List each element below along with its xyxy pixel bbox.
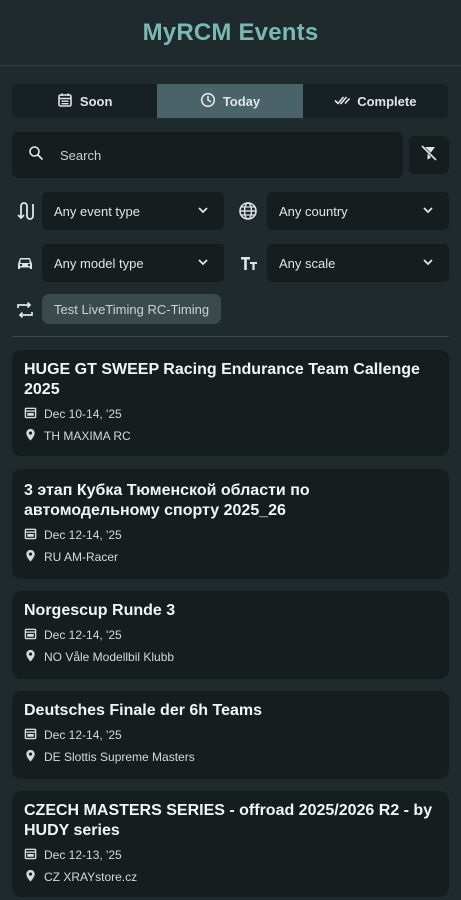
model-type-value: Any model type	[54, 255, 144, 271]
globe-icon	[237, 200, 259, 222]
calendar-icon	[24, 406, 37, 422]
scale-value: Any scale	[279, 255, 336, 271]
event-type-value: Any event type	[54, 203, 140, 219]
event-date: Dec 10-14, '25	[44, 407, 122, 421]
calendar-icon	[57, 92, 73, 111]
double-check-icon	[334, 92, 351, 111]
event-type-select[interactable]: Any event type	[42, 192, 224, 230]
event-location: RU AM-Racer	[44, 550, 119, 564]
event-location: CZ XRAYstore.cz	[44, 870, 138, 884]
timing-filter-chip[interactable]: Test LiveTiming RC-Timing	[42, 294, 222, 324]
tab-today-label: Today	[222, 93, 261, 109]
event-card[interactable]: HUGE GT SWEEP Racing Endurance Team Call…	[12, 350, 449, 456]
event-tabs: Soon Today Complete	[12, 84, 448, 118]
calendar-icon	[24, 527, 37, 543]
event-type-icon	[14, 200, 36, 222]
event-date: Dec 12-14, '25	[44, 628, 122, 642]
event-location: DE Slottis Supreme Masters	[44, 750, 195, 764]
event-location-row: DE Slottis Supreme Masters	[24, 749, 437, 765]
location-pin-icon	[24, 869, 37, 885]
search-bar	[12, 132, 403, 178]
event-date-row: Dec 10-14, '25	[24, 406, 437, 422]
clock-icon	[200, 92, 216, 111]
event-location: NO Våle Modellbil Klubb	[44, 650, 175, 664]
event-location-row: TH MAXIMA RC	[24, 428, 437, 444]
location-pin-icon	[24, 549, 37, 565]
country-value: Any country	[279, 203, 348, 219]
event-location: TH MAXIMA RC	[44, 429, 131, 443]
event-date-row: Dec 12-13, '25	[24, 847, 437, 863]
event-date-row: Dec 12-14, '25	[24, 627, 437, 643]
calendar-icon	[24, 627, 37, 643]
model-type-select[interactable]: Any model type	[42, 244, 224, 282]
scale-select[interactable]: Any scale	[267, 244, 449, 282]
event-date-row: Dec 12-14, '25	[24, 527, 437, 543]
divider	[12, 336, 449, 337]
event-location-row: CZ XRAYstore.cz	[24, 869, 437, 885]
event-card[interactable]: Deutsches Finale der 6h Teams Dec 12-14,…	[12, 691, 449, 779]
tab-complete-label: Complete	[357, 93, 417, 109]
event-title: 3 этап Кубка Тюменской области по автомо…	[24, 482, 310, 519]
chevron-down-icon	[196, 203, 210, 220]
country-select[interactable]: Any country	[267, 192, 449, 230]
event-location-row: RU AM-Racer	[24, 549, 437, 565]
event-date: Dec 12-14, '25	[44, 728, 122, 742]
clear-filters-button[interactable]	[409, 136, 449, 174]
tab-soon[interactable]: Soon	[12, 84, 157, 118]
filter-off-icon	[420, 144, 438, 167]
timing-chip-label: Test LiveTiming RC-Timing	[54, 301, 210, 317]
calendar-icon	[24, 727, 37, 743]
event-date-row: Dec 12-14, '25	[24, 727, 437, 743]
calendar-icon	[24, 847, 37, 863]
event-date: Dec 12-13, '25	[44, 848, 122, 862]
event-card[interactable]: CZECH MASTERS SERIES - offroad 2025/2026…	[12, 791, 449, 897]
event-title: Deutsches Finale der 6h Teams	[24, 702, 263, 719]
location-pin-icon	[24, 749, 37, 765]
chevron-down-icon	[421, 255, 435, 272]
event-title: Norgescup Runde 3	[24, 602, 176, 619]
app-title: MyRCM Events	[142, 18, 319, 46]
swap-icon	[14, 299, 36, 321]
location-pin-icon	[24, 428, 37, 444]
chevron-down-icon	[421, 203, 435, 220]
event-location-row: NO Våle Modellbil Klubb	[24, 649, 437, 665]
event-date: Dec 12-14, '25	[44, 528, 122, 542]
tab-soon-label: Soon	[79, 93, 113, 109]
text-size-icon	[238, 252, 260, 274]
location-pin-icon	[24, 649, 37, 665]
tab-today[interactable]: Today	[157, 84, 303, 118]
event-title: CZECH MASTERS SERIES - offroad 2025/2026…	[24, 802, 433, 839]
event-card[interactable]: Norgescup Runde 3 Dec 12-14, '25 NO Våle…	[12, 591, 449, 679]
tab-complete[interactable]: Complete	[303, 84, 448, 118]
app-header: MyRCM Events	[0, 0, 461, 66]
event-card[interactable]: 3 этап Кубка Тюменской области по автомо…	[12, 469, 449, 579]
search-icon	[28, 145, 44, 166]
search-input[interactable]	[60, 147, 360, 163]
chevron-down-icon	[196, 255, 210, 272]
car-icon	[14, 252, 36, 274]
event-title: HUGE GT SWEEP Racing Endurance Team Call…	[24, 361, 420, 398]
